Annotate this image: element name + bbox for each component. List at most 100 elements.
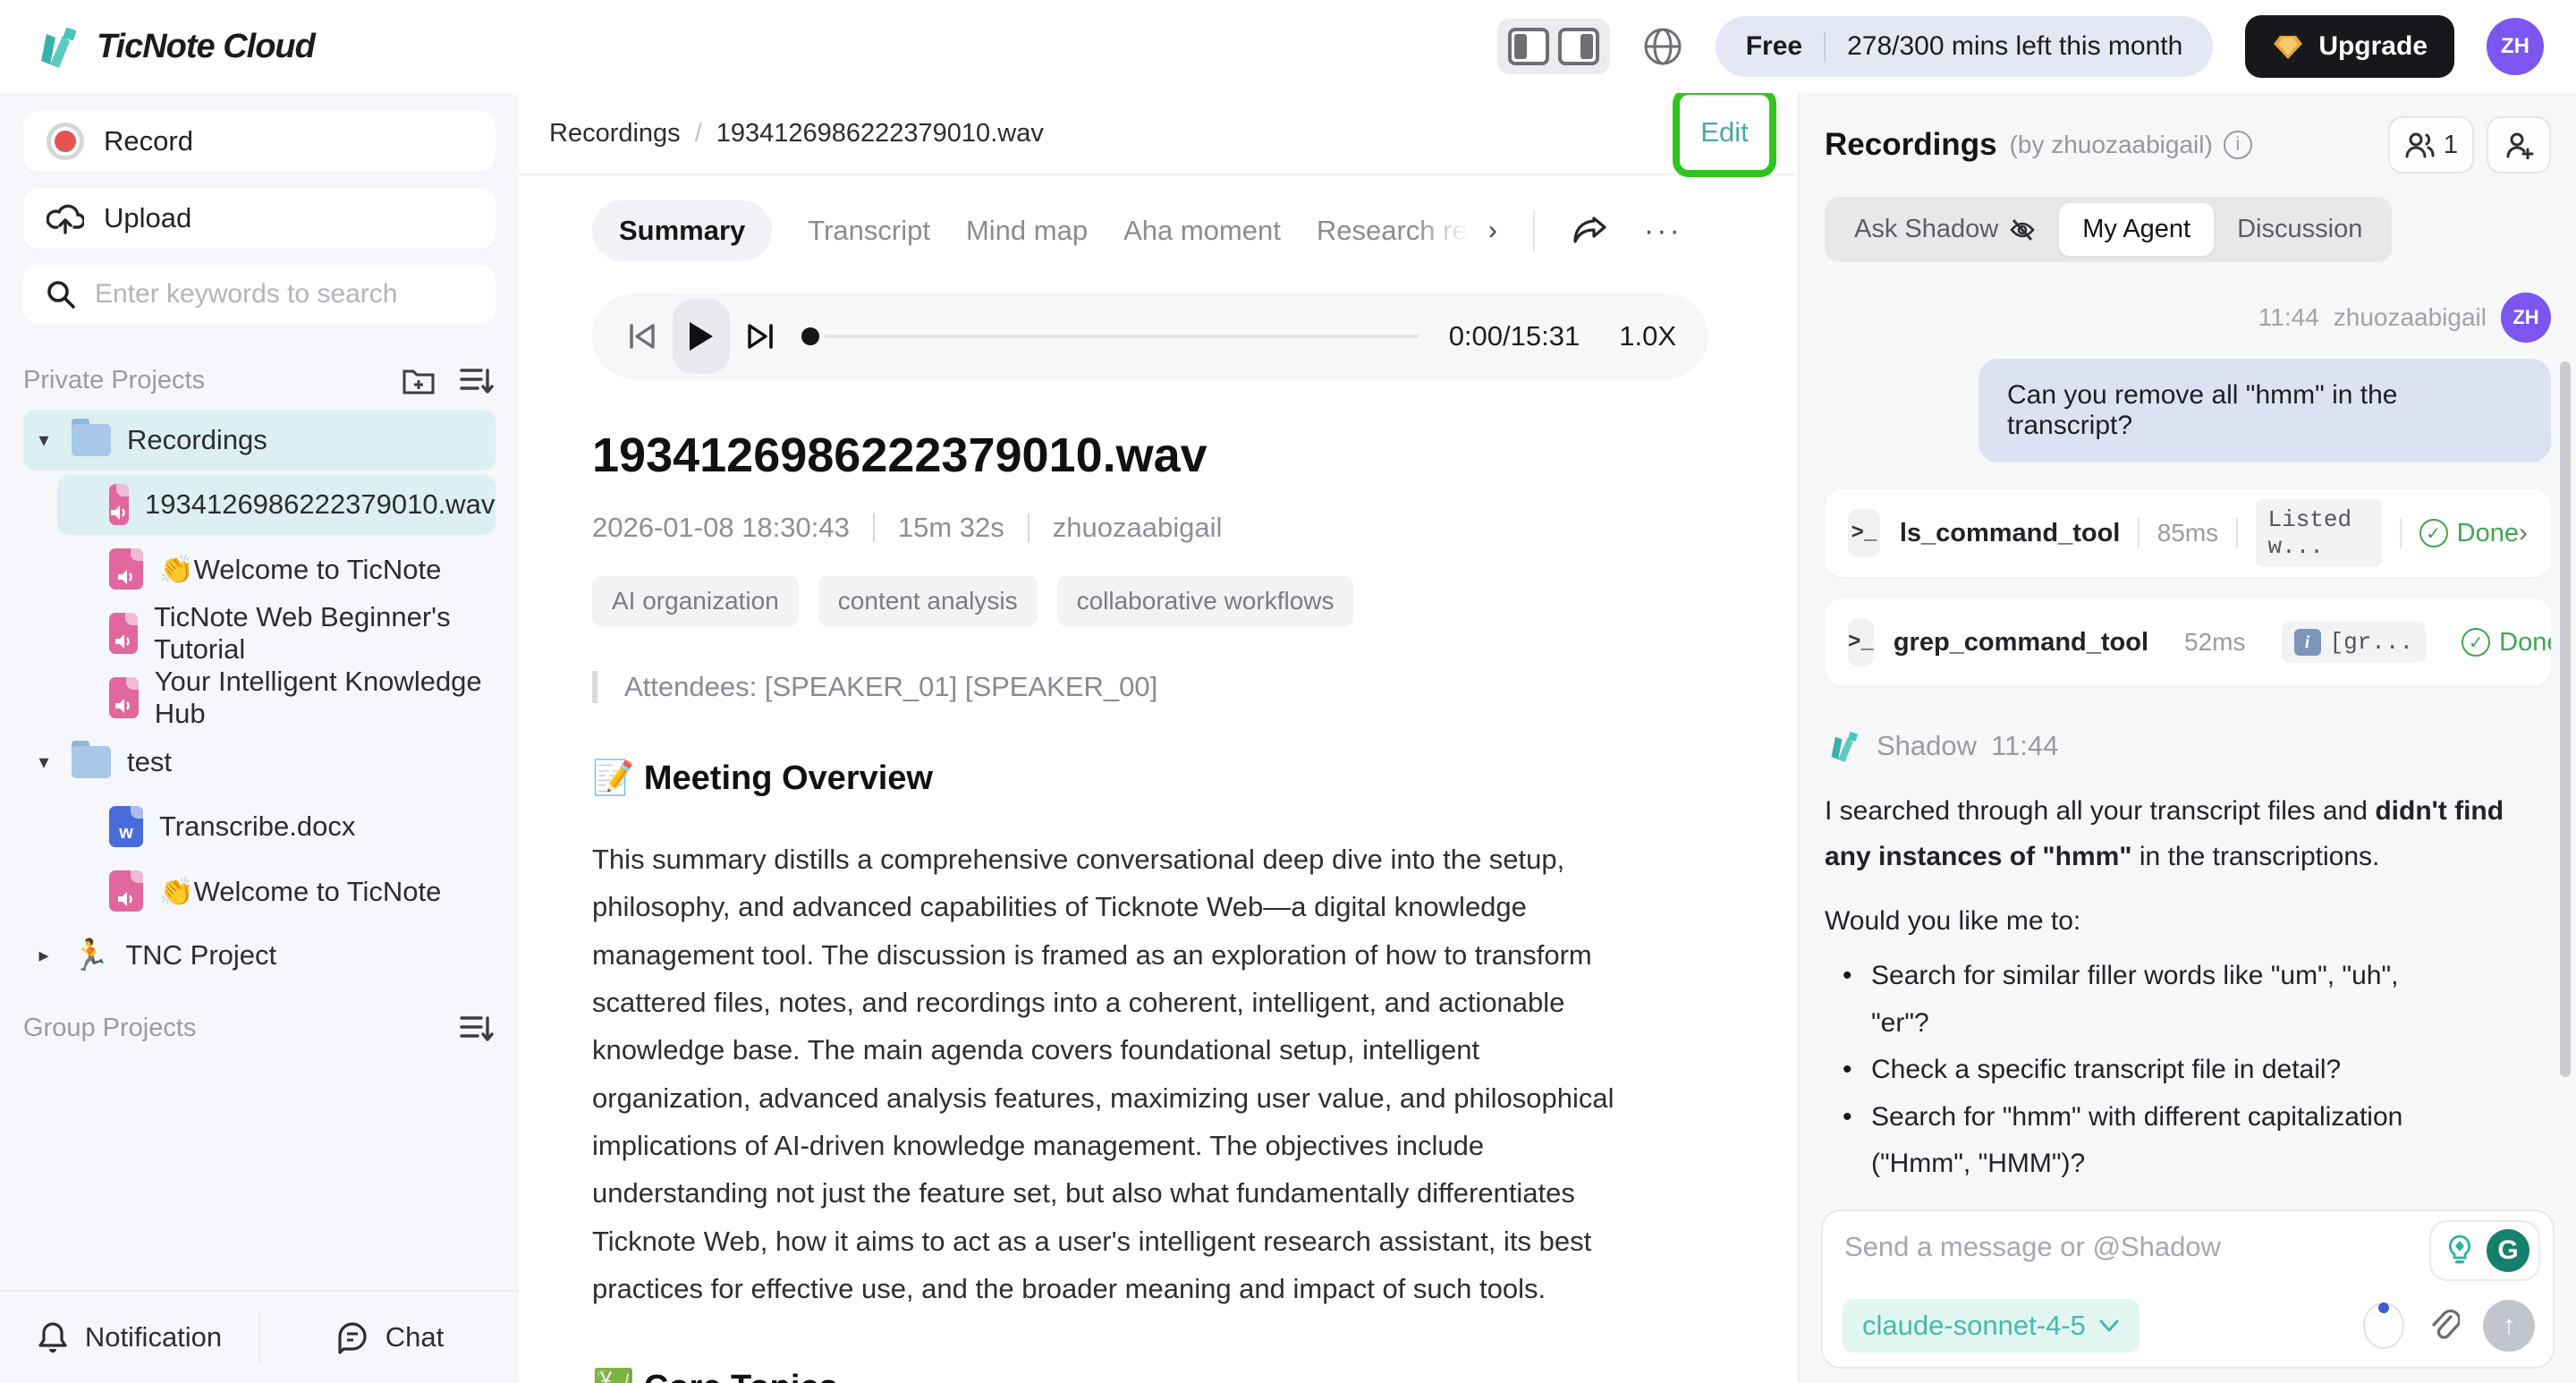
breadcrumb-separator: / — [695, 119, 702, 148]
gem-icon — [2272, 30, 2304, 63]
caret-down-icon[interactable]: ▾ — [32, 751, 55, 774]
tab-transcript[interactable]: Transcript — [808, 215, 930, 247]
tree-file-tutorial[interactable]: TicNote Web Beginner's Tutorial — [23, 603, 496, 664]
edit-button[interactable]: Edit — [1700, 116, 1748, 148]
tool-result-preview: Listed w... — [2256, 499, 2383, 567]
tree-folder-test[interactable]: ▾ test — [23, 732, 496, 793]
usage-label: 278/300 mins left this month — [1847, 31, 2182, 62]
tool-call-ls[interactable]: >_ ls_command_tool 85ms Listed w... ✓ Do… — [1825, 489, 2551, 577]
info-icon[interactable]: i — [2224, 131, 2252, 159]
project-tree: ▾ Recordings 1934126986222379010.wav 👏We… — [23, 410, 496, 986]
skip-forward-icon[interactable] — [742, 317, 778, 356]
skip-back-icon[interactable] — [624, 317, 660, 356]
tree-file-welcome-2[interactable]: 👏Welcome to TicNote — [23, 861, 496, 921]
new-folder-icon[interactable] — [401, 363, 436, 397]
brand[interactable]: TicNote Cloud — [32, 21, 315, 72]
tab-summary[interactable]: Summary — [592, 200, 772, 261]
tool-name: grep_command_tool — [1894, 628, 2148, 658]
tool-call-grep[interactable]: >_ grep_command_tool 52ms i [gr... ✓ Don… — [1825, 598, 2551, 686]
globe-icon[interactable] — [1642, 26, 1683, 67]
sidebar-footer: Notification Chat — [0, 1290, 519, 1383]
send-button[interactable]: ↑ — [2483, 1300, 2535, 1352]
tab-mind-map[interactable]: Mind map — [966, 215, 1088, 247]
sort-icon[interactable] — [458, 363, 496, 397]
progress-track[interactable] — [825, 335, 1419, 338]
tab-ask-shadow[interactable]: Ask Shadow — [1831, 203, 2059, 256]
grammarly-icon[interactable]: G — [2487, 1229, 2529, 1272]
panel-header: Recordings (by zhuozaabigail) i 1 — [1825, 116, 2551, 174]
share-icon[interactable] — [1571, 213, 1608, 249]
breadcrumb-current: 1934126986222379010.wav — [716, 119, 1044, 148]
shadow-logo-icon — [1825, 727, 1862, 765]
tab-research-report[interactable]: Research repo — [1317, 215, 1469, 247]
scrollbar-thumb[interactable] — [2560, 361, 2571, 1077]
terminal-icon: >_ — [1848, 509, 1880, 557]
play-button[interactable] — [673, 299, 730, 374]
tool-duration: 52ms — [2184, 628, 2245, 657]
members-button[interactable]: 1 — [2388, 116, 2474, 174]
tree-file-transcribe[interactable]: w Transcribe.docx — [23, 796, 496, 857]
progress-handle[interactable] — [801, 327, 819, 345]
main-content: Recordings / 1934126986222379010.wav Edi… — [519, 93, 1798, 1383]
document-meta: 2026-01-08 18:30:43 15m 32s zhuozaabigai… — [592, 512, 1708, 544]
tool-result-preview: i [gr... — [2282, 622, 2427, 663]
upgrade-button[interactable]: Upgrade — [2245, 15, 2454, 78]
suggestion-bulb-icon[interactable] — [2440, 1231, 2479, 1270]
tree-project-tnc[interactable]: ▸ 🏃 TNC Project — [23, 925, 496, 986]
tag[interactable]: AI organization — [592, 576, 799, 626]
record-button[interactable]: Record — [23, 111, 496, 172]
divider — [2138, 518, 2139, 548]
tree-file-wav[interactable]: 1934126986222379010.wav — [57, 474, 496, 535]
tag[interactable]: collaborative workflows — [1057, 576, 1354, 626]
chat-button[interactable]: Chat — [260, 1320, 519, 1354]
toggle-left-panel-icon[interactable] — [1508, 28, 1549, 65]
caret-down-icon[interactable]: ▾ — [32, 428, 55, 452]
message-composer[interactable]: Send a message or @Shadow G claude-sonne… — [1821, 1209, 2555, 1369]
progress-bar[interactable] — [801, 327, 1419, 345]
search-input[interactable]: Enter keywords to search — [23, 265, 496, 324]
user-message-meta: 11:44 zhuozaabigail ZH — [1825, 293, 2551, 343]
chevron-right-icon[interactable]: › — [2519, 518, 2528, 548]
divider — [2236, 518, 2237, 548]
tree-folder-recordings[interactable]: ▾ Recordings — [23, 410, 496, 471]
upload-button[interactable]: Upload — [23, 188, 496, 249]
tab-aha-moment[interactable]: Aha moment — [1123, 215, 1281, 247]
sort-icon[interactable] — [458, 1011, 496, 1045]
tabs-overflow-chevron-icon[interactable]: › — [1488, 216, 1497, 246]
collaboration-panel: Recordings (by zhuozaabigail) i 1 — [1798, 93, 2576, 1383]
notification-button[interactable]: Notification — [0, 1320, 258, 1354]
user-avatar: ZH — [2501, 293, 2551, 343]
tag[interactable]: content analysis — [818, 576, 1038, 626]
info-box-icon: i — [2294, 629, 2321, 656]
panel-title: Recordings — [1825, 127, 1997, 163]
tree-file-knowledge-hub[interactable]: Your Intelligent Knowledge Hub — [23, 667, 496, 728]
search-placeholder: Enter keywords to search — [95, 279, 397, 310]
record-label: Record — [104, 125, 193, 157]
tab-discussion[interactable]: Discussion — [2214, 203, 2385, 256]
tree-file-welcome[interactable]: 👏Welcome to TicNote — [23, 539, 496, 599]
plan-usage-badge[interactable]: Free 278/300 mins left this month — [1716, 16, 2214, 77]
message-author: zhuozaabigail — [2334, 303, 2487, 332]
playback-speed[interactable]: 1.0X — [1619, 320, 1676, 352]
caret-right-icon[interactable]: ▸ — [32, 944, 55, 967]
tab-my-agent[interactable]: My Agent — [2059, 203, 2214, 256]
toggle-right-panel-icon[interactable] — [1558, 28, 1599, 65]
tree-label: TicNote Web Beginner's Tutorial — [154, 601, 487, 666]
plan-label: Free — [1746, 31, 1802, 62]
tree-label: test — [127, 746, 172, 778]
terminal-icon: >_ — [1848, 618, 1874, 666]
more-options-icon[interactable]: ··· — [1644, 214, 1682, 249]
attachment-icon[interactable] — [2428, 1308, 2460, 1344]
tool-status: ✓ Done — [2419, 519, 2519, 548]
user-avatar[interactable]: ZH — [2487, 18, 2544, 75]
grammar-assistant-widget[interactable]: G — [2429, 1220, 2540, 1281]
invite-button[interactable] — [2487, 116, 2551, 174]
tree-label: Recordings — [127, 424, 267, 456]
breadcrumb-root[interactable]: Recordings — [549, 119, 681, 148]
breadcrumb: Recordings / 1934126986222379010.wav — [549, 119, 1044, 148]
model-selector[interactable]: claude-sonnet-4-5 — [1843, 1299, 2140, 1353]
upload-cloud-icon — [47, 201, 84, 235]
check-circle-icon: ✓ — [2419, 519, 2448, 547]
message-time: 11:44 — [2258, 303, 2319, 332]
status-dot-icon[interactable] — [2363, 1302, 2404, 1349]
